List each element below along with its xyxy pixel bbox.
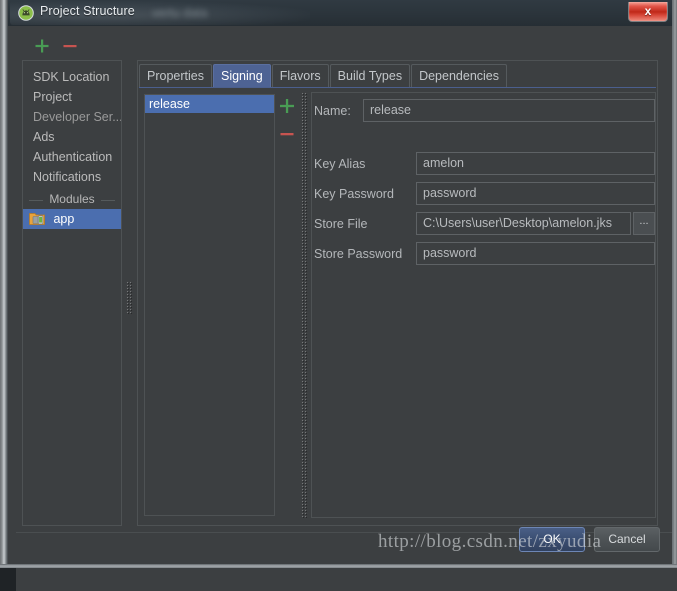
sidebar-item-developer-services[interactable]: Developer Ser...	[23, 107, 121, 127]
android-module-icon	[29, 213, 45, 225]
name-input[interactable]: release	[363, 99, 655, 122]
window-title: Project Structure	[40, 4, 135, 18]
add-module-button[interactable]	[32, 36, 52, 56]
signing-config-item-release[interactable]: release	[145, 95, 274, 113]
sidebar-item-authentication[interactable]: Authentication	[23, 147, 121, 167]
dialog-body: SDK Location Project Developer Ser... Ad…	[8, 26, 677, 591]
panel-splitter-handle[interactable]	[301, 92, 308, 518]
sidebar-item-app[interactable]: app	[23, 209, 121, 229]
tab-dependencies[interactable]: Dependencies	[411, 64, 507, 87]
sidebar-group-label: Modules	[49, 192, 95, 206]
store-file-input[interactable]: C:\Users\user\Desktop\amelon.jks	[416, 212, 631, 235]
group-rule-right	[101, 200, 115, 201]
remove-signing-config-button[interactable]	[277, 124, 297, 144]
remove-module-button[interactable]	[60, 36, 80, 56]
cancel-button[interactable]: Cancel	[594, 527, 660, 552]
key-password-input[interactable]: password	[416, 182, 655, 205]
window-border-bottom	[0, 564, 677, 568]
store-password-input[interactable]: password	[416, 242, 655, 265]
key-password-label: Key Password	[314, 187, 394, 201]
signing-config-list[interactable]: release	[144, 94, 275, 516]
group-rule-left	[29, 200, 43, 201]
store-password-label: Store Password	[314, 247, 403, 261]
store-file-label: Store File	[314, 217, 368, 231]
sidebar-item-ads[interactable]: Ads	[23, 127, 121, 147]
key-alias-input[interactable]: amelon	[416, 152, 655, 175]
sidebar-splitter-handle[interactable]	[126, 281, 133, 315]
sidebar-item-project[interactable]: Project	[23, 87, 121, 107]
minus-icon	[63, 45, 77, 48]
window-border-left	[0, 0, 8, 568]
tab-build-types[interactable]: Build Types	[329, 64, 411, 87]
plus-icon	[280, 99, 294, 113]
tab-signing[interactable]: Signing	[212, 64, 271, 87]
sidebar-item-app-label: app	[53, 212, 75, 226]
window-border-right	[672, 0, 677, 568]
signing-config-buttons	[277, 94, 299, 154]
name-label: Name:	[314, 104, 351, 118]
sidebar-list[interactable]: SDK Location Project Developer Ser... Ad…	[22, 60, 122, 526]
close-button[interactable]: x	[628, 2, 668, 22]
sidebar-item-sdk-location[interactable]: SDK Location	[23, 67, 121, 87]
tab-flavors[interactable]: Flavors	[271, 64, 329, 87]
ok-button[interactable]: OK	[519, 527, 585, 552]
sidebar-group-modules: Modules	[23, 190, 121, 209]
android-studio-icon	[18, 5, 34, 21]
key-alias-label: Key Alias	[314, 157, 366, 171]
tab-properties[interactable]: Properties	[139, 64, 212, 87]
browse-store-file-button[interactable]: ...	[633, 212, 655, 235]
window-title-blurred-text: vertu data	[152, 6, 208, 20]
plus-icon	[35, 39, 49, 53]
title-bar[interactable]: Project Structure vertu data x	[4, 0, 677, 27]
sidebar-toolbar	[22, 36, 132, 58]
sidebar-item-notifications[interactable]: Notifications	[23, 167, 121, 187]
project-structure-dialog: Project Structure vertu data x SDK Locat…	[0, 0, 677, 591]
tab-strip: Properties Signing Flavors Build Types D…	[139, 64, 508, 88]
minus-icon	[280, 133, 294, 136]
add-signing-config-button[interactable]	[277, 96, 297, 116]
